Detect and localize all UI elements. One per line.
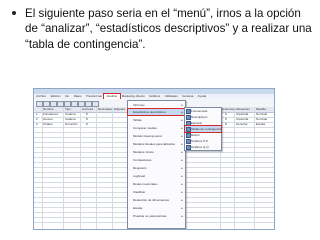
menu-item-label: Correlaciones	[133, 158, 152, 162]
submenu-item-label: Gráficos Q-Q	[191, 145, 209, 149]
submenu-item-label: Explorar	[191, 121, 203, 125]
menu-item-loglineal[interactable]: Loglineal ▸	[128, 173, 185, 179]
col-header-etiqueta: Etiqueta	[114, 107, 126, 111]
submenu-item-label: Tablas de contingencia	[191, 127, 222, 131]
menu-item-no-parametricas[interactable]: Pruebas no paramétricas ▸	[128, 213, 185, 219]
qq-plot-icon	[186, 145, 192, 151]
submenu-arrow-icon: ▸	[181, 198, 183, 202]
submenu-arrow-icon: ▸	[181, 142, 183, 146]
menu-item-reduccion-dimensiones[interactable]: Reducción de dimensiones ▸	[128, 197, 185, 203]
analizar-dropdown-menu: Informes ▸ Estadísticos descriptivos ▸ Tab…	[127, 100, 186, 229]
bullet-item: El siguiente paso seria en el “menú”, ir…	[12, 6, 312, 52]
submenu-arrow-icon: ▸	[181, 214, 183, 218]
menu-item-comparar-medias[interactable]: Comparar medias ▸	[128, 125, 185, 131]
submenu-arrow-icon: ▸	[181, 158, 183, 162]
col-header-decimales: Decimales	[98, 107, 113, 111]
submenu-item-graficos-qq[interactable]: Gráficos Q-Q	[185, 144, 221, 151]
submenu-arrow-icon: ▸	[181, 174, 183, 178]
bullet-dot-icon	[12, 11, 16, 15]
spss-screenshot: Archivo Edición Ver Datos Transformar An…	[33, 88, 275, 230]
submenu-item-label: Gráficos P-P	[191, 139, 209, 143]
submenu-arrow-icon: ▸	[181, 182, 183, 186]
menu-item-label: Clasificar	[133, 190, 146, 194]
menu-item-label: Estadísticos descriptivos	[133, 110, 166, 114]
menu-item-label: Modelos lineales generalizados	[133, 142, 175, 146]
submenu-item-label: Razón	[191, 133, 200, 137]
menu-item-informes[interactable]: Informes ▸	[128, 102, 185, 108]
menu-item-label: Redes neuronales	[133, 182, 158, 186]
submenu-arrow-icon: ▸	[181, 126, 183, 130]
submenu-arrow-icon: ▸	[181, 118, 183, 122]
submenu-arrow-icon: ▸	[181, 150, 183, 154]
submenu-arrow-icon: ▸	[181, 103, 183, 107]
bullet-text: El siguiente paso seria en el “menú”, ir…	[25, 7, 312, 51]
menu-item-label: Reducción de dimensiones	[133, 198, 170, 202]
menu-item-label: Modelos mixtos	[133, 150, 154, 154]
menu-item-modelos-mixtos[interactable]: Modelos mixtos ▸	[128, 149, 185, 155]
submenu-arrow-icon: ▸	[181, 110, 183, 114]
menu-item-label: Tablas	[133, 118, 142, 122]
submenu-item-label: Frecuencias	[191, 109, 208, 113]
submenu-arrow-icon: ▸	[181, 190, 183, 194]
descriptivos-submenu: Frecuencias Descriptivos Explorar Tablas…	[184, 107, 222, 151]
menu-item-label: Loglineal	[133, 174, 146, 178]
menu-item-correlaciones[interactable]: Correlaciones ▸	[128, 157, 185, 163]
menu-item-label: Modelo lineal general	[133, 134, 162, 138]
submenu-arrow-icon: ▸	[181, 166, 183, 170]
menu-item-modelo-lineal-general[interactable]: Modelo lineal general ▸	[128, 133, 185, 139]
submenu-arrow-icon: ▸	[181, 206, 183, 210]
menu-item-clasificar[interactable]: Clasificar ▸	[128, 189, 185, 195]
menu-item-label: Informes	[133, 103, 145, 107]
menu-item-escala[interactable]: Escala ▸	[128, 205, 185, 211]
submenu-arrow-icon: ▸	[181, 134, 183, 138]
menu-item-modelos-generalizados[interactable]: Modelos lineales generalizados ▸	[128, 141, 185, 147]
menu-item-label: Regresión	[133, 166, 147, 170]
menu-item-label: Comparar medias	[133, 126, 157, 130]
menu-item-label: Escala	[133, 206, 143, 210]
submenu-item-label: Descriptivos	[191, 115, 208, 119]
menu-item-tablas[interactable]: Tablas ▸	[128, 117, 185, 123]
menu-item-redes-neuronales[interactable]: Redes neuronales ▸	[128, 181, 185, 187]
menu-item-regresion[interactable]: Regresión ▸	[128, 165, 185, 171]
menu-item-label: Pruebas no paramétricas	[133, 214, 167, 218]
menu-item-estadisticos-descriptivos[interactable]: Estadísticos descriptivos ▸	[127, 108, 186, 116]
